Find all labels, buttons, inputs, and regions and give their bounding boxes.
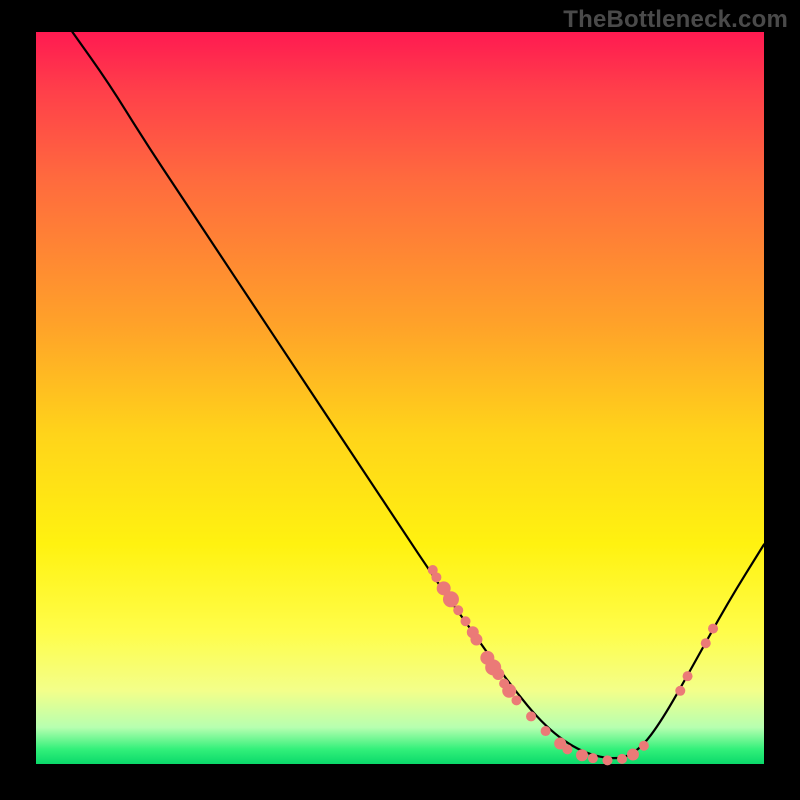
marker-dot [627,748,639,760]
marker-dot [461,616,471,626]
marker-dot [576,749,588,761]
marker-dot [683,671,693,681]
marker-dot [541,726,551,736]
marker-dot [617,754,627,764]
marker-dot [443,591,459,607]
chart-svg [0,0,800,800]
marker-dot [588,753,598,763]
marker-dot [431,572,441,582]
marker-dot [602,755,612,765]
marker-dot [453,605,463,615]
marker-dot [639,741,649,751]
marker-dot [470,634,482,646]
marker-dot [708,624,718,634]
bottleneck-curve [72,32,764,758]
marker-dot [701,638,711,648]
marker-dot [511,695,521,705]
marker-dot [492,668,504,680]
marker-dot [526,711,536,721]
marker-dot [502,684,516,698]
marker-dot [562,744,572,754]
marker-dot [675,686,685,696]
